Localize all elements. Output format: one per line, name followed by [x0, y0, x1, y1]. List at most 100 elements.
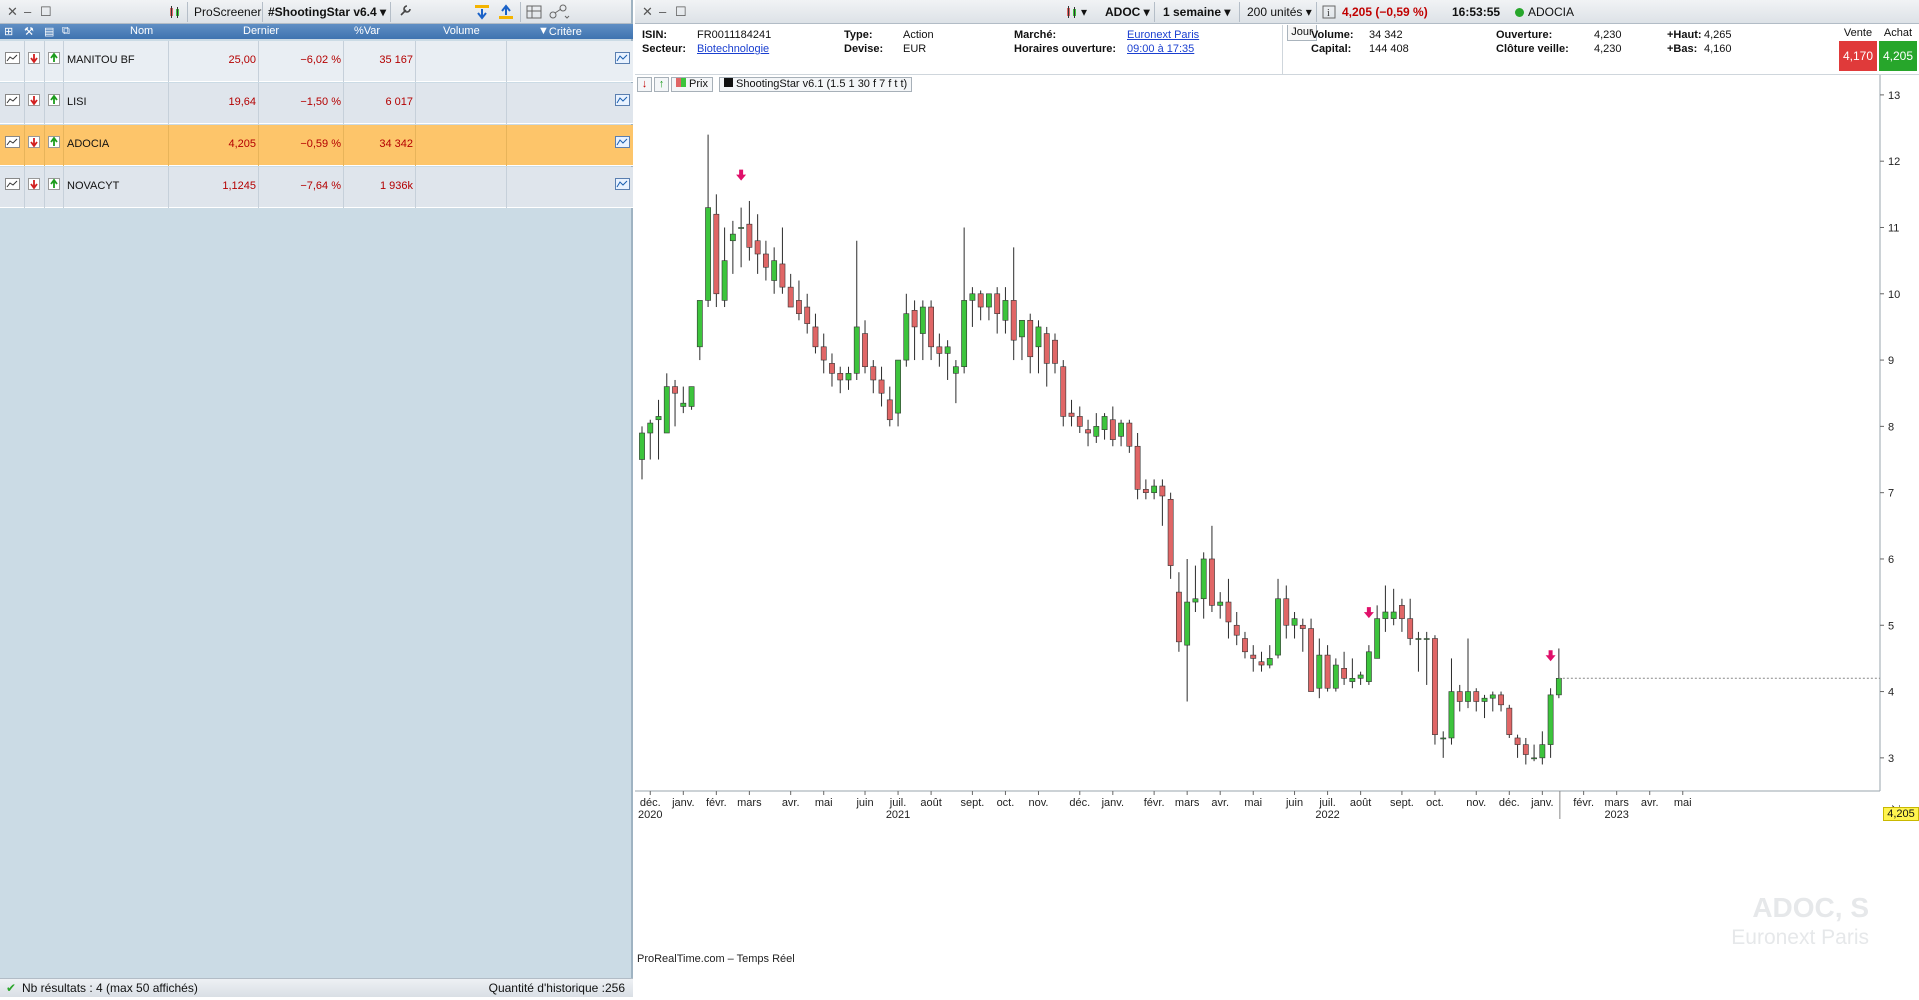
candle-down[interactable]: [1085, 429, 1091, 434]
candle-down[interactable]: [862, 333, 868, 368]
units-select[interactable]: 200 unités ▾: [1247, 5, 1312, 19]
timeframe-select[interactable]: 1 semaine ▾: [1163, 5, 1230, 19]
chart-svg[interactable]: 345678910111213déc.2020janv. févr. mars avr…: [635, 75, 1919, 997]
candle-down[interactable]: [936, 346, 943, 354]
chart-icon[interactable]: [5, 178, 20, 193]
buy-price-box[interactable]: Achat 4,205: [1879, 25, 1917, 75]
table-row[interactable]: ADOCIA 4,205 −0,59 % 34 342: [0, 125, 633, 166]
candle-up[interactable]: [1423, 638, 1430, 640]
candle-up[interactable]: [705, 207, 711, 301]
signal-chart-icon[interactable]: [615, 136, 630, 151]
candle-down[interactable]: [1432, 638, 1438, 735]
chart-icon[interactable]: [5, 136, 20, 151]
candle-down[interactable]: [1076, 416, 1083, 427]
col-critere[interactable]: ▼ Critère: [538, 25, 582, 38]
candle-down[interactable]: [1167, 498, 1174, 566]
buy-arrow-icon[interactable]: [48, 178, 60, 193]
candle-up[interactable]: [845, 373, 852, 381]
candle-up[interactable]: [1093, 426, 1100, 437]
candle-up[interactable]: [729, 233, 736, 242]
candle-up[interactable]: [688, 386, 695, 407]
candle-down[interactable]: [1506, 707, 1513, 735]
chart-icon[interactable]: [5, 94, 20, 109]
candle-down[interactable]: [1142, 489, 1149, 493]
candle-up[interactable]: [903, 313, 910, 361]
candle-down[interactable]: [672, 386, 678, 394]
candle-down[interactable]: [1134, 445, 1141, 490]
buy-arrow-icon[interactable]: [48, 136, 60, 151]
signal-chart-icon[interactable]: [615, 52, 630, 67]
sell-order-icon[interactable]: ↓: [637, 77, 652, 92]
candle-up[interactable]: [647, 422, 654, 434]
wrench-column-icon[interactable]: ⚒: [24, 25, 34, 38]
col-volume[interactable]: Volume: [443, 25, 480, 37]
candle-up[interactable]: [680, 402, 687, 407]
chart-type-dropdown[interactable]: ▾: [1081, 5, 1087, 19]
ticker-select[interactable]: ADOC ▾: [1105, 5, 1150, 19]
col-var[interactable]: %Var: [354, 25, 380, 37]
candle-up[interactable]: [1118, 422, 1124, 437]
candle-up[interactable]: [738, 227, 745, 229]
candle-up[interactable]: [1035, 326, 1042, 348]
candle-down[interactable]: [878, 379, 885, 394]
shooting-star-signal-arrow[interactable]: [1363, 607, 1374, 619]
candle-down[interactable]: [1324, 654, 1331, 689]
buy-arrow-icon[interactable]: [48, 52, 60, 67]
candle-down[interactable]: [1060, 366, 1067, 417]
chart-icon[interactable]: [5, 52, 20, 67]
candle-down[interactable]: [829, 363, 835, 374]
minimize-icon[interactable]: –: [659, 4, 666, 19]
candle-up[interactable]: [969, 293, 976, 301]
candle-up[interactable]: [919, 306, 926, 334]
candle-down[interactable]: [1159, 485, 1166, 497]
candle-down[interactable]: [1456, 691, 1463, 702]
columns-icon[interactable]: ▤: [44, 25, 54, 38]
sell-arrow-icon[interactable]: [28, 178, 40, 193]
candle-down[interactable]: [1225, 601, 1232, 623]
buy-order-icon[interactable]: ↑: [654, 77, 669, 92]
candle-up[interactable]: [1365, 651, 1372, 682]
candle-up[interactable]: [944, 346, 951, 354]
prix-toggle[interactable]: Prix: [671, 77, 713, 92]
candle-down[interactable]: [746, 223, 753, 248]
candle-up[interactable]: [1184, 601, 1191, 646]
buy-price[interactable]: 4,205: [1879, 41, 1917, 71]
candle-down[interactable]: [1027, 319, 1034, 358]
candle-up[interactable]: [1217, 601, 1224, 606]
candle-down[interactable]: [1299, 624, 1306, 629]
candle-up[interactable]: [1291, 618, 1298, 626]
sort-down-icon[interactable]: [474, 4, 490, 20]
candle-down[interactable]: [1233, 624, 1240, 636]
candle-up[interactable]: [895, 359, 901, 414]
candle-up[interactable]: [1547, 694, 1554, 745]
candle-down[interactable]: [1341, 668, 1347, 679]
candle-up[interactable]: [952, 366, 959, 374]
table-row[interactable]: MANITOU BF 25,00 −6,02 % 35 167: [0, 41, 633, 82]
candlestick-icon[interactable]: [168, 5, 182, 19]
col-nom[interactable]: Nom: [130, 25, 153, 37]
candle-up[interactable]: [1349, 677, 1356, 682]
share-icon[interactable]: [548, 3, 570, 21]
candle-up[interactable]: [771, 260, 778, 281]
candle-up[interactable]: [1415, 638, 1422, 640]
candle-down[interactable]: [1109, 419, 1116, 440]
candle-down[interactable]: [1043, 333, 1050, 364]
candle-down[interactable]: [763, 253, 769, 268]
candle-down[interactable]: [1522, 744, 1529, 755]
shooting-star-signal-arrow[interactable]: [1545, 650, 1556, 662]
candle-up[interactable]: [1531, 757, 1537, 760]
candle-up[interactable]: [1266, 658, 1273, 666]
candle-down[interactable]: [804, 306, 811, 324]
indicator-toggle[interactable]: ShootingStar v6.1 (1.5 1 30 f 7 f t t): [719, 77, 913, 92]
marche-link[interactable]: Euronext Paris: [1127, 29, 1199, 41]
candle-down[interactable]: [1209, 558, 1215, 606]
candle-down[interactable]: [1514, 737, 1521, 745]
candle-up[interactable]: [1382, 611, 1389, 619]
candle-up[interactable]: [1555, 677, 1562, 696]
candle-down[interactable]: [1175, 591, 1182, 643]
candle-up[interactable]: [1192, 598, 1199, 603]
candle-up[interactable]: [1101, 416, 1108, 430]
candle-down[interactable]: [754, 240, 761, 255]
maximize-icon[interactable]: ☐: [40, 4, 52, 20]
maximize-icon[interactable]: ☐: [675, 4, 687, 20]
